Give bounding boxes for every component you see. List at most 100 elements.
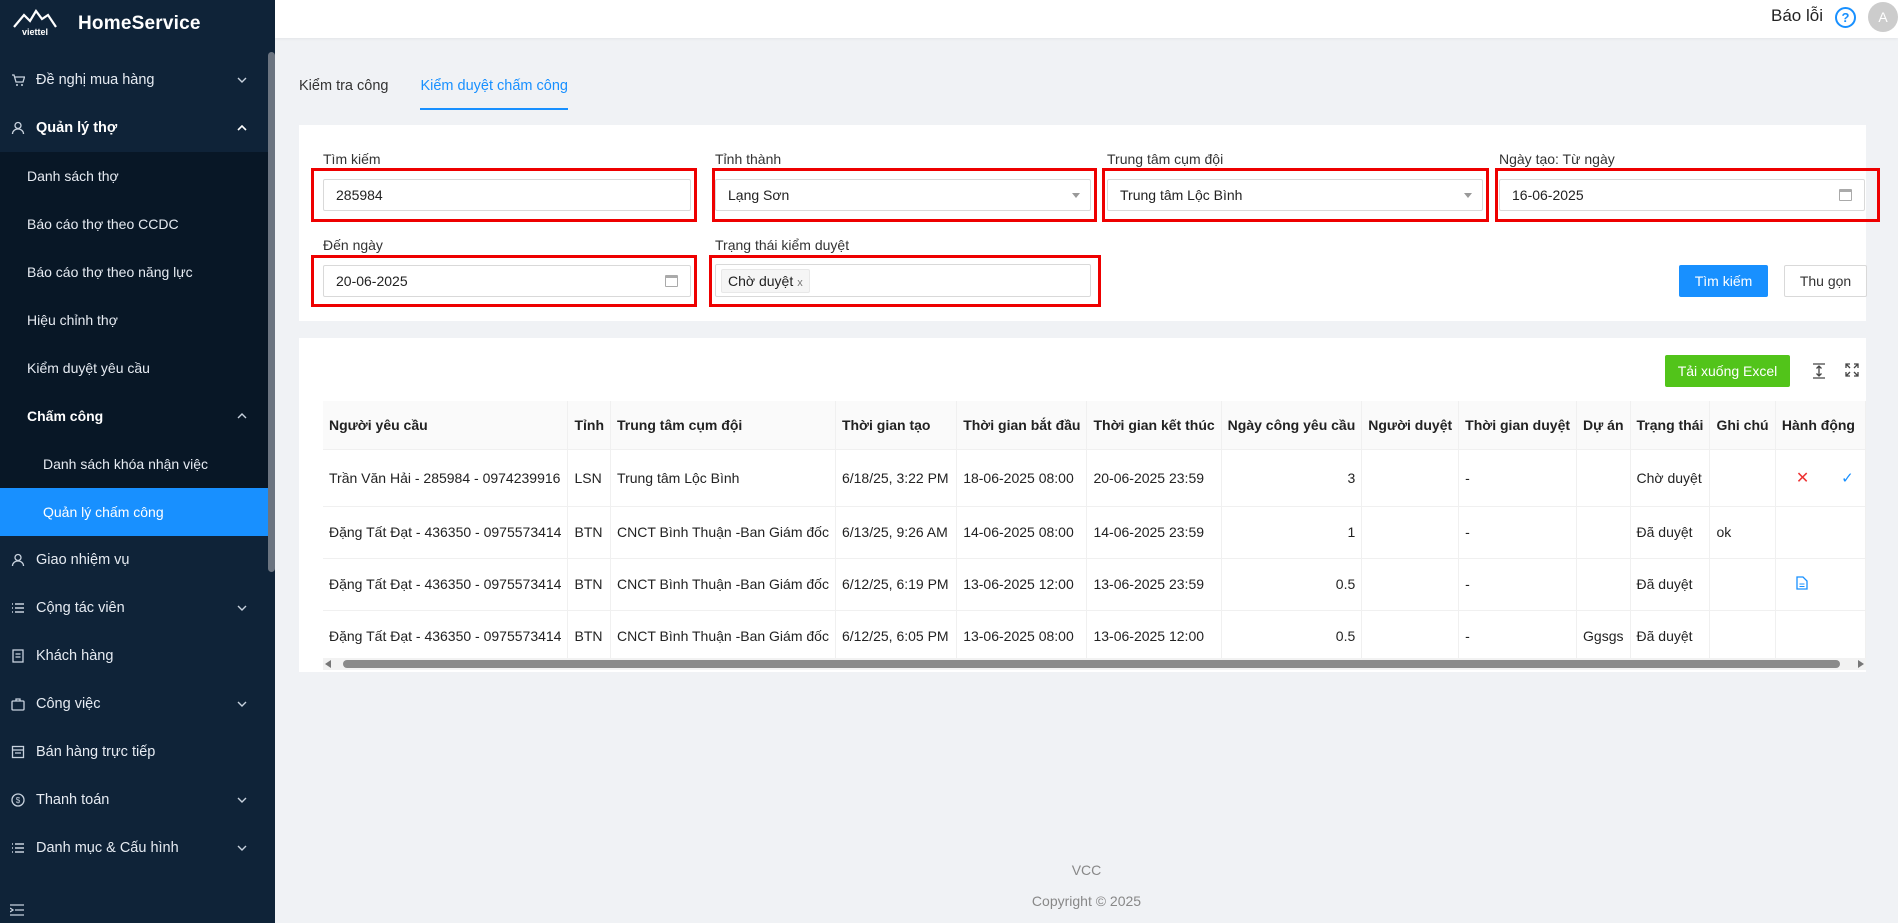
cell-approved-time: - xyxy=(1458,506,1578,559)
sidebar-item-direct-sales[interactable]: Bán hàng trực tiếp xyxy=(0,728,268,776)
sidebar-item-timekeeping-management[interactable]: Quản lý chấm công xyxy=(0,488,268,536)
sidebar-item-report-ccdc[interactable]: Báo cáo thợ theo CCDC xyxy=(0,200,268,248)
sidebar-item-customers[interactable]: Khách hàng xyxy=(0,632,268,680)
cell-status: Đã duyệt xyxy=(1630,558,1711,611)
table-row[interactable]: Đặng Tất Đạt - 436350 - 0975573414 BTN C… xyxy=(323,558,1867,611)
sidebar-item-review-requests[interactable]: Kiểm duyệt yêu cầu xyxy=(0,344,268,392)
tab-review-timekeeping[interactable]: Kiểm duyệt chấm công xyxy=(420,70,568,110)
collapse-button[interactable]: Thu gọn xyxy=(1784,265,1867,297)
cell-note xyxy=(1709,449,1776,507)
sidebar-item-purchase-request[interactable]: Đề nghị mua hàng xyxy=(0,56,268,104)
table-row[interactable]: Đặng Tất Đạt - 436350 - 0975573414 BTN C… xyxy=(323,506,1867,559)
center-select[interactable]: Trung tâm Lộc Bình xyxy=(1107,179,1483,211)
sidebar-item-worker-management[interactable]: Quản lý thợ xyxy=(0,104,268,152)
chevron-down-icon xyxy=(234,77,250,83)
reject-icon[interactable]: ✕ xyxy=(1796,470,1809,487)
sidebar-item-label: Quản lý chấm công xyxy=(43,504,164,520)
scrollbar-thumb[interactable] xyxy=(343,660,1840,668)
top-bar: Báo lỗi ? A xyxy=(275,0,1898,38)
sidebar-item-worker-list[interactable]: Danh sách thợ xyxy=(0,152,268,200)
sidebar-item-label: Khách hàng xyxy=(36,648,114,664)
cell-start: 14-06-2025 08:00 xyxy=(956,506,1088,559)
sidebar-item-label: Danh sách khóa nhận việc xyxy=(43,456,208,472)
fullscreen-icon[interactable] xyxy=(1844,363,1860,379)
timekeeping-table: Người yêu cầu Tỉnh Trung tâm cụm đội Thờ… xyxy=(323,401,1867,663)
cell-status: Chờ duyệt xyxy=(1630,449,1711,507)
sidebar-item-jobs[interactable]: Công việc xyxy=(0,680,268,728)
province-select[interactable]: Lạng Sơn xyxy=(715,179,1091,211)
footer-copyright: Copyright © 2025 xyxy=(1031,893,1142,909)
calendar-icon xyxy=(665,275,678,287)
tag-close-icon[interactable]: x xyxy=(797,277,803,289)
logo-row[interactable]: viettel HomeService xyxy=(0,0,275,48)
center-label: Trung tâm cụm đội xyxy=(1107,151,1224,167)
column-height-icon[interactable] xyxy=(1811,363,1827,379)
sidebar-item-catalog-config[interactable]: Danh mục & Cấu hình xyxy=(0,824,268,872)
cell-end: 14-06-2025 23:59 xyxy=(1086,506,1222,559)
sidebar-item-label: Thanh toán xyxy=(36,792,110,808)
search-input[interactable]: 285984 xyxy=(323,179,691,211)
chevron-up-icon xyxy=(234,413,250,419)
menu-fold-icon[interactable] xyxy=(9,903,26,917)
cell-approver xyxy=(1361,610,1460,663)
sidebar-item-assign-task[interactable]: Giao nhiệm vụ xyxy=(0,536,268,584)
sidebar-item-timekeeping[interactable]: Chấm công xyxy=(0,392,268,440)
report-bug-link[interactable]: Báo lỗi xyxy=(1771,6,1823,26)
bag-icon xyxy=(10,696,26,712)
table-panel: Tải xuống Excel Người yêu cầu Tỉnh Trung… xyxy=(299,338,1867,672)
sidebar-item-label: Chấm công xyxy=(27,408,104,424)
help-icon[interactable]: ? xyxy=(1835,7,1856,28)
cell-days: 0.5 xyxy=(1221,610,1363,663)
horizontal-scrollbar[interactable] xyxy=(323,658,1866,670)
cell-created: 6/12/25, 6:05 PM xyxy=(835,610,958,663)
sidebar-item-label: Đề nghị mua hàng xyxy=(36,72,155,88)
cell-actions xyxy=(1775,610,1867,663)
column-header: Thời gian tạo xyxy=(835,401,958,450)
viettel-logo: viettel xyxy=(12,7,57,41)
sidebar-item-label: Công việc xyxy=(36,696,101,712)
sidebar: viettel HomeService Đề nghị mua hàng Quả… xyxy=(0,0,275,923)
download-excel-button[interactable]: Tải xuống Excel xyxy=(1665,355,1790,387)
file-icon[interactable] xyxy=(1796,575,1808,593)
column-header: Ghi chú xyxy=(1709,401,1776,450)
sidebar-item-locked-list[interactable]: Danh sách khóa nhận việc xyxy=(0,440,268,488)
cell-created: 6/13/25, 9:26 AM xyxy=(835,506,958,559)
search-button[interactable]: Tìm kiếm xyxy=(1679,265,1768,297)
sidebar-item-label: Hiệu chỉnh thợ xyxy=(27,312,118,328)
status-tag-label: Chờ duyệt xyxy=(728,273,794,289)
chevron-up-icon xyxy=(234,125,250,131)
scroll-right-arrow-icon[interactable] xyxy=(1858,660,1864,668)
table-row[interactable]: Trần Văn Hải - 285984 - 0974239916 LSN T… xyxy=(323,449,1867,507)
cell-end: 13-06-2025 12:00 xyxy=(1086,610,1222,663)
footer-company: VCC xyxy=(1071,862,1102,878)
scroll-left-arrow-icon[interactable] xyxy=(325,660,331,668)
cell-created: 6/18/25, 3:22 PM xyxy=(835,449,958,507)
sidebar-scrollbar[interactable] xyxy=(268,52,275,572)
from-date-picker[interactable]: 16-06-2025 xyxy=(1499,179,1865,211)
table-header-row: Người yêu cầu Tỉnh Trung tâm cụm đội Thờ… xyxy=(323,401,1867,450)
cell-approved-time: - xyxy=(1458,610,1578,663)
sidebar-item-label: Báo cáo thợ theo năng lực xyxy=(27,264,193,280)
list-icon xyxy=(10,840,26,856)
cell-center: CNCT Bình Thuận -Ban Giám đốc xyxy=(610,558,836,611)
sidebar-item-edit-worker[interactable]: Hiệu chỉnh thợ xyxy=(0,296,268,344)
table-row[interactable]: Đặng Tất Đạt - 436350 - 0975573414 BTN C… xyxy=(323,610,1867,663)
sidebar-item-label: Bán hàng trực tiếp xyxy=(36,744,156,760)
to-date-label: Đến ngày xyxy=(323,237,383,253)
tab-check-work[interactable]: Kiểm tra công xyxy=(299,70,388,110)
approve-icon[interactable]: ✓ xyxy=(1841,470,1854,487)
center-value: Trung tâm Lộc Bình xyxy=(1120,187,1243,203)
sidebar-item-report-capability[interactable]: Báo cáo thợ theo năng lực xyxy=(0,248,268,296)
avatar[interactable]: A xyxy=(1868,2,1898,32)
search-label: Tìm kiếm xyxy=(323,151,381,167)
to-date-picker[interactable]: 20-06-2025 xyxy=(323,265,691,297)
svg-text:$: $ xyxy=(16,796,21,805)
sidebar-item-collaborators[interactable]: Cộng tác viên xyxy=(0,584,268,632)
timekeeping-submenu: Danh sách khóa nhận việc Quản lý chấm cô… xyxy=(0,440,268,536)
sidebar-item-label: Báo cáo thợ theo CCDC xyxy=(27,216,179,232)
app-title: HomeService xyxy=(78,13,201,34)
status-multiselect[interactable]: Chờ duyệt x xyxy=(715,264,1091,297)
sidebar-item-payment[interactable]: $ Thanh toán xyxy=(0,776,268,824)
svg-text:viettel: viettel xyxy=(22,27,48,37)
cell-project xyxy=(1576,449,1631,507)
